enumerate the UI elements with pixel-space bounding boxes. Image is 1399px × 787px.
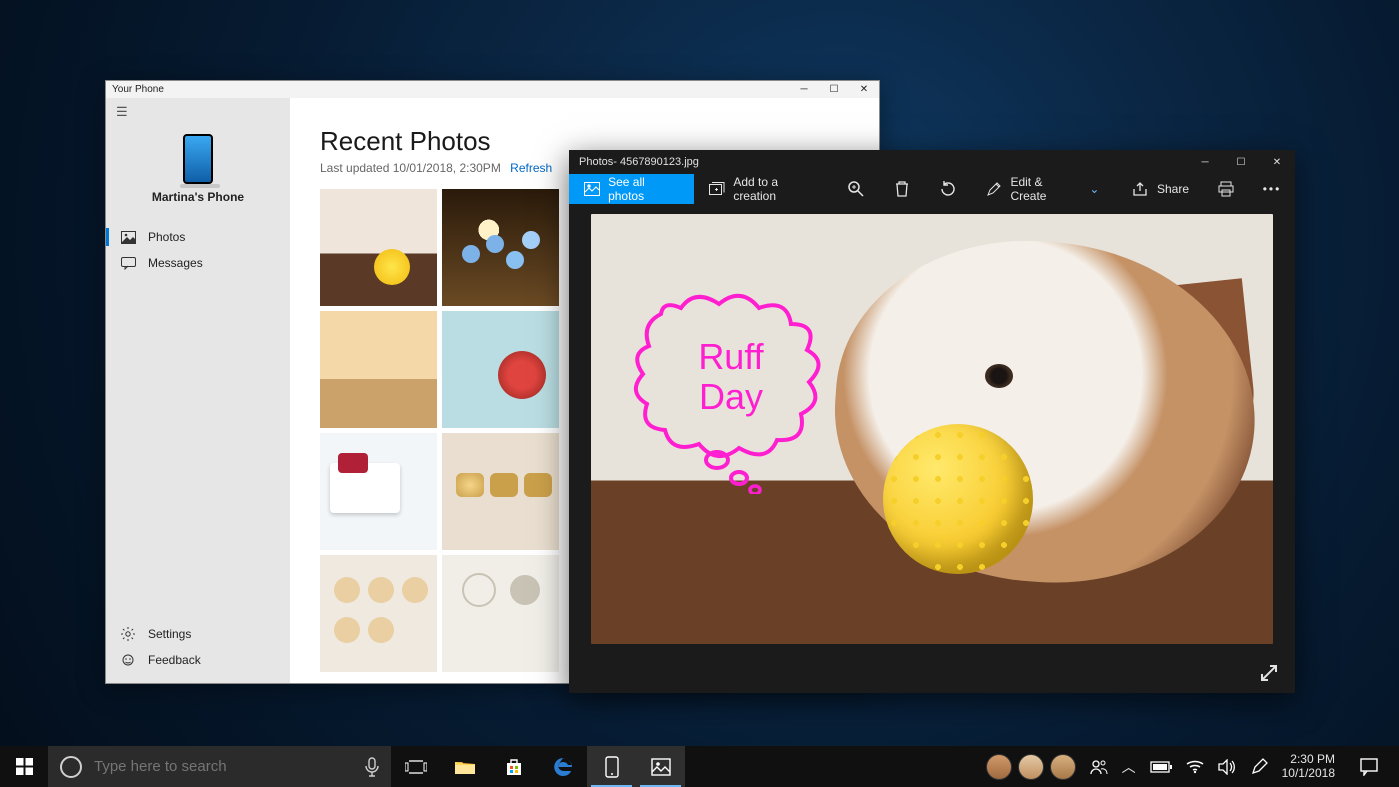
photo-thumbnail[interactable]: [442, 433, 559, 550]
last-updated-text: Last updated 10/01/2018, 2:30PM: [320, 161, 501, 175]
action-center-button[interactable]: [1349, 758, 1389, 776]
photo-canvas: Ruff Day: [569, 204, 1295, 693]
sidebar-item-feedback[interactable]: Feedback: [106, 647, 290, 673]
more-button[interactable]: •••: [1249, 174, 1295, 204]
photos-titlebar[interactable]: Photos- 4567890123.jpg ─ ☐ ✕: [569, 150, 1295, 174]
chevron-down-icon: ⌄: [1086, 180, 1103, 198]
taskbar-search[interactable]: [48, 746, 391, 787]
sidebar-item-label: Photos: [148, 230, 185, 244]
battery-icon[interactable]: [1150, 761, 1172, 773]
photos-title: Photos- 4567890123.jpg: [579, 156, 699, 168]
minimize-button[interactable]: ─: [789, 81, 819, 98]
annotation-line1: Ruff: [698, 336, 764, 377]
sidebar-item-label: Feedback: [148, 653, 201, 667]
dog-eye-shape: [985, 364, 1013, 388]
rotate-icon: [939, 180, 957, 198]
close-button[interactable]: ✕: [1259, 150, 1295, 174]
toolbar-label: Add to a creation: [733, 175, 819, 203]
ink-annotation: Ruff Day: [621, 274, 841, 494]
cortana-icon: [60, 756, 82, 778]
photos-toolbar: See all photos Add to a creation: [569, 174, 1295, 204]
feedback-icon: [120, 653, 136, 667]
clock-time: 2:30 PM: [1282, 753, 1335, 767]
share-icon: [1131, 180, 1149, 198]
your-phone-sidebar: ☰ Martina's Phone Photos Messages: [106, 98, 290, 683]
people-icon[interactable]: [1090, 759, 1108, 775]
print-button[interactable]: [1203, 174, 1249, 204]
your-phone-taskbar-button[interactable]: [587, 746, 636, 787]
delete-button[interactable]: [879, 174, 925, 204]
volume-icon[interactable]: [1218, 759, 1236, 775]
add-to-creation-button[interactable]: Add to a creation: [694, 174, 833, 204]
clock-date: 10/1/2018: [1282, 767, 1335, 781]
messages-icon: [120, 257, 136, 270]
edit-icon: [985, 180, 1002, 198]
photo-thumbnail[interactable]: [320, 311, 437, 428]
device-name: Martina's Phone: [106, 190, 290, 204]
people-bar: [986, 754, 1076, 780]
photo-thumbnail[interactable]: [442, 555, 559, 672]
photos-icon: [120, 231, 136, 244]
taskbar: ︿ 2:30 PM 10/1/2018: [0, 746, 1399, 787]
edge-button[interactable]: [538, 746, 587, 787]
people-contact[interactable]: [986, 754, 1012, 780]
zoom-icon: [847, 180, 865, 198]
taskbar-clock[interactable]: 2:30 PM 10/1/2018: [1282, 753, 1335, 781]
toolbar-label: Share: [1157, 182, 1189, 196]
ink-workspace-icon[interactable]: [1250, 758, 1268, 776]
photo-thumbnail[interactable]: [442, 189, 559, 306]
trash-icon: [893, 180, 911, 198]
photo-thumbnail[interactable]: [320, 433, 437, 550]
photos-taskbar-button[interactable]: [636, 746, 685, 787]
sidebar-item-label: Messages: [148, 256, 203, 270]
edit-create-button[interactable]: Edit & Create ⌄: [971, 174, 1117, 204]
sidebar-item-photos[interactable]: Photos: [106, 224, 290, 250]
people-contact[interactable]: [1018, 754, 1044, 780]
sidebar-item-settings[interactable]: Settings: [106, 621, 290, 647]
photo-thumbnail[interactable]: [320, 555, 437, 672]
gear-icon: [120, 627, 136, 641]
phone-illustration: [183, 134, 213, 184]
fullscreen-button[interactable]: [1259, 663, 1279, 683]
maximize-button[interactable]: ☐: [819, 81, 849, 98]
annotation-line2: Day: [699, 376, 763, 417]
people-contact[interactable]: [1050, 754, 1076, 780]
sidebar-item-messages[interactable]: Messages: [106, 250, 290, 276]
tray-chevron-icon[interactable]: ︿: [1122, 757, 1136, 777]
toolbar-label: See all photos: [608, 175, 680, 203]
system-tray: ︿ 2:30 PM 10/1/2018: [986, 753, 1399, 781]
your-phone-title: Your Phone: [112, 84, 164, 95]
collection-icon: [583, 180, 600, 198]
mic-icon[interactable]: [365, 757, 379, 777]
your-phone-titlebar[interactable]: Your Phone ─ ☐ ✕: [106, 81, 879, 98]
toolbar-label: Edit & Create: [1010, 175, 1077, 203]
photos-window: Photos- 4567890123.jpg ─ ☐ ✕ See all pho…: [569, 150, 1295, 693]
ball-shape: [883, 424, 1033, 574]
photo-thumbnail[interactable]: [442, 311, 559, 428]
refresh-link[interactable]: Refresh: [510, 161, 552, 175]
file-explorer-button[interactable]: [440, 746, 489, 787]
print-icon: [1217, 180, 1235, 198]
more-icon: •••: [1263, 180, 1281, 198]
maximize-button[interactable]: ☐: [1223, 150, 1259, 174]
minimize-button[interactable]: ─: [1187, 150, 1223, 174]
share-button[interactable]: Share: [1117, 174, 1203, 204]
zoom-button[interactable]: [833, 174, 879, 204]
sidebar-item-label: Settings: [148, 627, 191, 641]
add-creation-icon: [708, 180, 725, 198]
photo-image[interactable]: Ruff Day: [591, 214, 1273, 644]
task-view-button[interactable]: [391, 746, 440, 787]
photo-thumbnail[interactable]: [320, 189, 437, 306]
close-button[interactable]: ✕: [849, 81, 879, 98]
microsoft-store-button[interactable]: [489, 746, 538, 787]
see-all-photos-button[interactable]: See all photos: [569, 174, 694, 204]
hamburger-icon[interactable]: ☰: [106, 104, 290, 120]
wifi-icon[interactable]: [1186, 760, 1204, 774]
rotate-button[interactable]: [925, 174, 971, 204]
search-input[interactable]: [94, 758, 353, 775]
taskbar-pinned-apps: [391, 746, 685, 787]
start-button[interactable]: [0, 746, 48, 787]
